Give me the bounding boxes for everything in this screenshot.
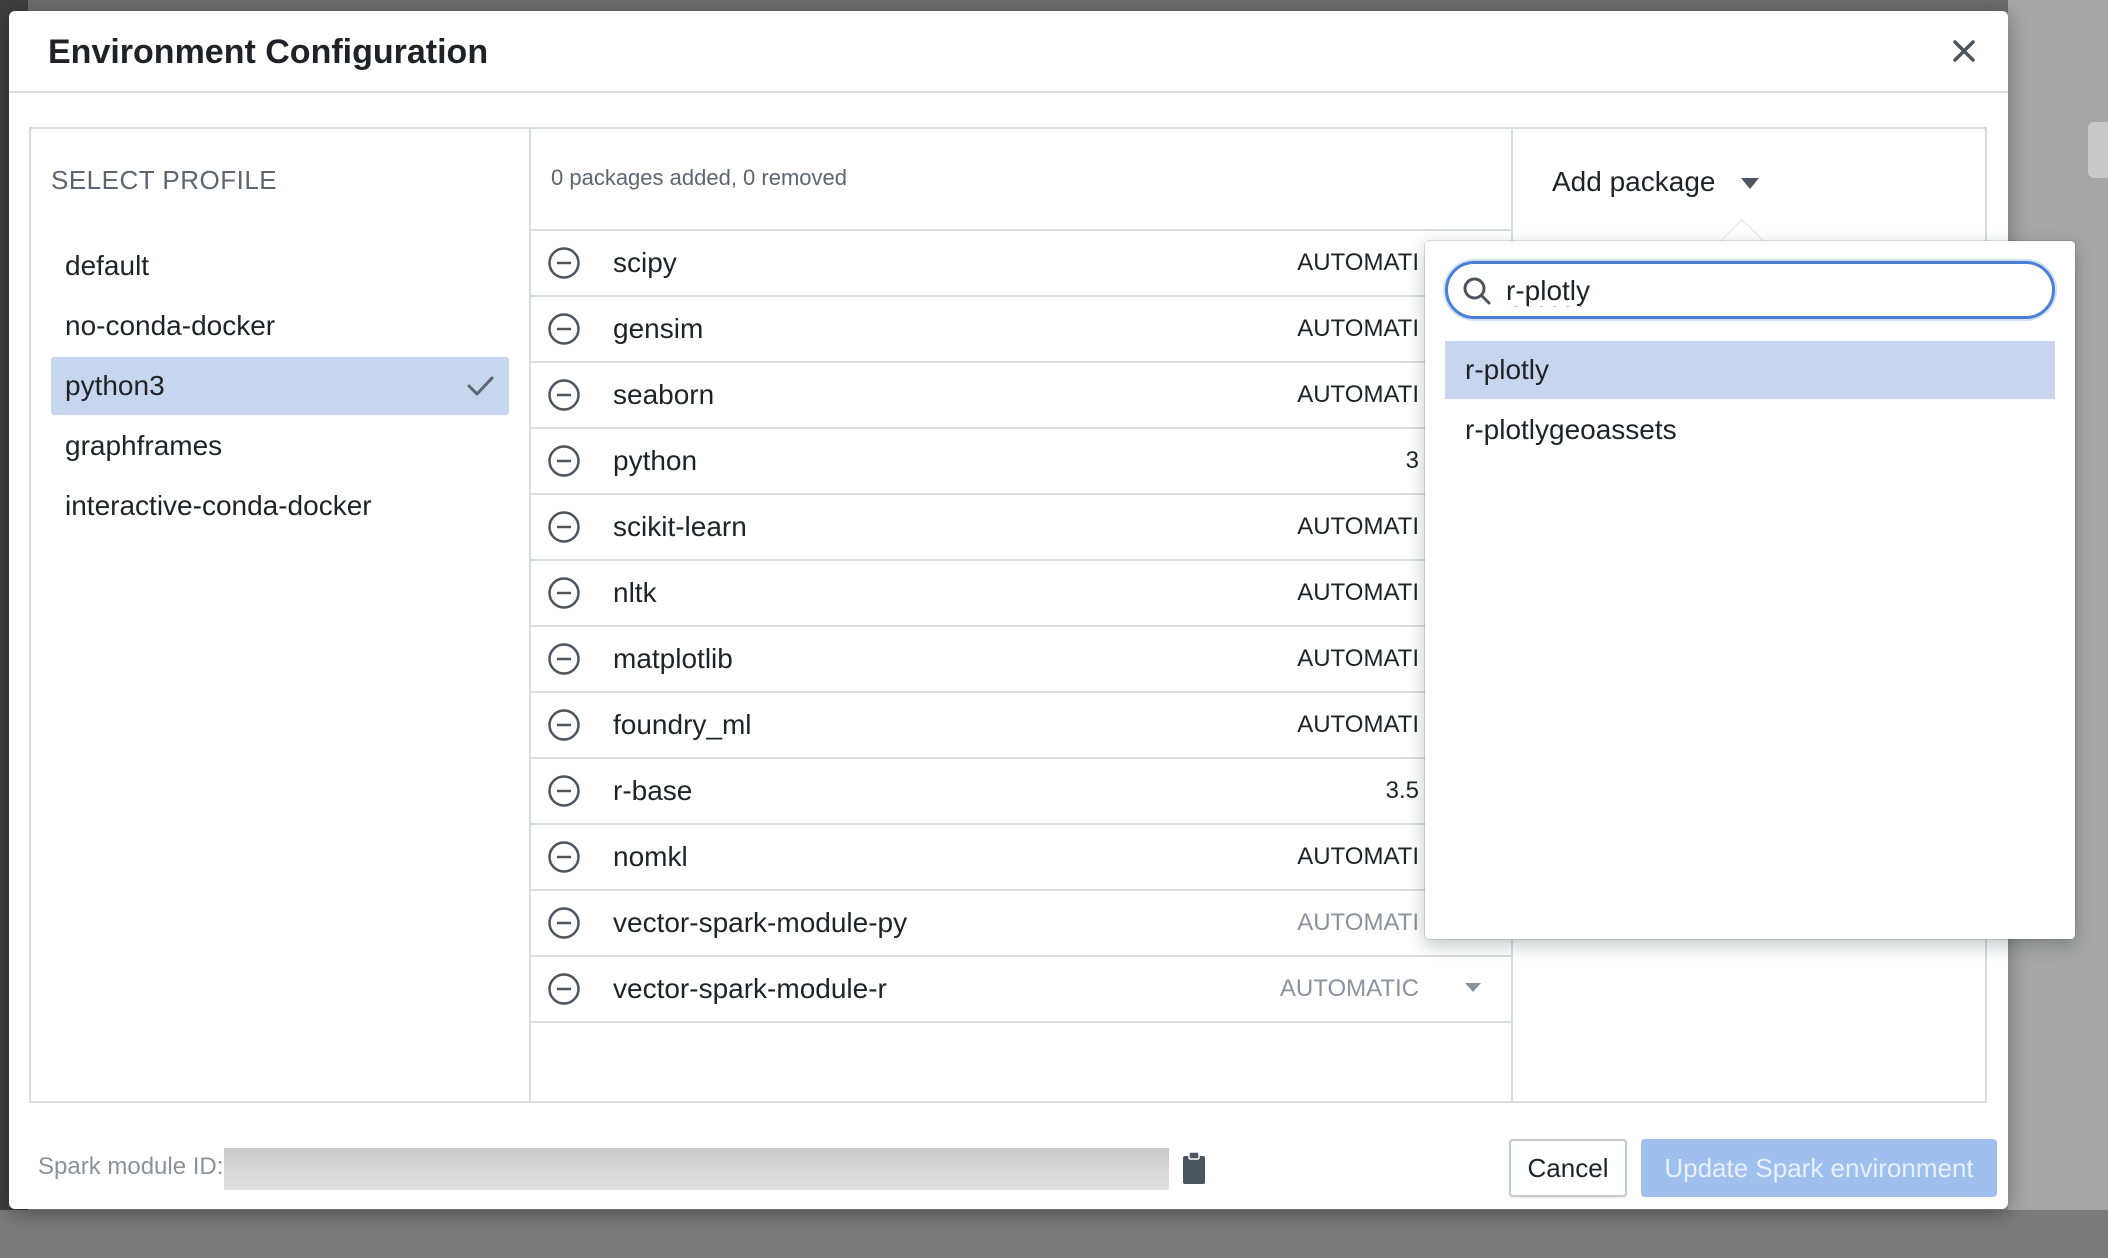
package-row: scikit-learn AUTOMATI [531, 495, 1511, 561]
remove-circle-icon[interactable] [547, 774, 581, 808]
background-bottom [0, 1210, 2108, 1258]
package-row: vector-spark-module-r AUTOMATIC [531, 957, 1511, 1023]
search-icon [1463, 277, 1491, 305]
background-right-tab [2088, 122, 2108, 178]
package-row: gensim AUTOMATI [531, 297, 1511, 363]
package-search-box [1445, 261, 2055, 319]
remove-circle-icon[interactable] [547, 708, 581, 742]
profile-item-default[interactable]: default [51, 237, 509, 295]
spark-module-id-value [224, 1148, 1169, 1190]
package-name: nomkl [613, 841, 688, 872]
package-version[interactable]: AUTOMATI [1297, 231, 1419, 295]
package-row: matplotlib AUTOMATI [531, 627, 1511, 693]
package-name: gensim [613, 313, 704, 344]
package-name: r-base [613, 775, 693, 806]
package-row: seaborn AUTOMATI [531, 363, 1511, 429]
remove-circle-icon[interactable] [547, 972, 581, 1006]
package-version[interactable]: AUTOMATI [1297, 495, 1419, 559]
modal-header: Environment Configuration [9, 11, 2008, 93]
package-list: scipy AUTOMATI gensim AUTOMATI seaborn A… [531, 229, 1511, 1023]
add-package-button[interactable]: Add package [1552, 159, 1760, 205]
package-name: python [613, 445, 698, 476]
remove-circle-icon[interactable] [547, 378, 581, 412]
package-version[interactable]: AUTOMATI [1297, 627, 1419, 691]
package-row: nltk AUTOMATI [531, 561, 1511, 627]
package-version[interactable]: AUTOMATIC [1280, 957, 1419, 1021]
profile-heading: SELECT PROFILE [51, 165, 278, 195]
package-name: vector-spark-module-r [613, 973, 887, 1004]
clipboard-icon[interactable] [1181, 1151, 1207, 1185]
close-button[interactable] [1946, 33, 1982, 69]
package-name: vector-spark-module-py [613, 907, 908, 938]
spark-module-id-label: Spark module ID: [38, 1153, 224, 1180]
close-icon [1953, 40, 1975, 62]
package-summary: 0 packages added, 0 removed [551, 165, 847, 190]
check-icon [467, 376, 494, 396]
package-search-input[interactable] [1504, 268, 2038, 314]
search-result-item[interactable]: r-plotlygeoassets [1445, 401, 2055, 459]
package-row: r-base 3.5 [531, 759, 1511, 825]
package-row: python 3 [531, 429, 1511, 495]
remove-circle-icon[interactable] [547, 510, 581, 544]
package-version[interactable]: 3.5 [1386, 759, 1419, 823]
package-row: foundry_ml AUTOMATI [531, 693, 1511, 759]
package-version[interactable]: AUTOMATI [1297, 891, 1419, 955]
modal-title: Environment Configuration [48, 33, 489, 71]
cancel-button[interactable]: Cancel [1509, 1139, 1627, 1197]
update-spark-environment-button[interactable]: Update Spark environment [1641, 1139, 1997, 1197]
remove-circle-icon[interactable] [547, 312, 581, 346]
package-version[interactable]: AUTOMATI [1297, 363, 1419, 427]
package-name: seaborn [613, 379, 715, 410]
remove-circle-icon[interactable] [547, 444, 581, 478]
package-row: scipy AUTOMATI [531, 231, 1511, 297]
remove-circle-icon[interactable] [547, 246, 581, 280]
profile-item-label: python3 [65, 370, 165, 401]
profile-item-graphframes[interactable]: graphframes [51, 417, 509, 475]
package-search-results: r-plotly r-plotlygeoassets [1445, 341, 2055, 461]
profile-item-interactive-conda-docker[interactable]: interactive-conda-docker [51, 477, 509, 535]
profile-list: default no-conda-docker python3 graphfra… [51, 237, 509, 537]
caret-down-icon[interactable] [1465, 983, 1481, 993]
package-column: 0 packages added, 0 removed scipy AUTOMA… [531, 129, 1513, 1101]
profile-item-no-conda-docker[interactable]: no-conda-docker [51, 297, 509, 355]
remove-circle-icon[interactable] [547, 642, 581, 676]
package-version[interactable]: AUTOMATI [1297, 561, 1419, 625]
package-row: nomkl AUTOMATI [531, 825, 1511, 891]
package-name: foundry_ml [613, 709, 752, 740]
caret-down-icon [1741, 177, 1760, 189]
remove-circle-icon[interactable] [547, 576, 581, 610]
package-row: vector-spark-module-py AUTOMATI [531, 891, 1511, 957]
package-name: matplotlib [613, 643, 733, 674]
profile-item-python3[interactable]: python3 [51, 357, 509, 415]
profile-column: SELECT PROFILE default no-conda-docker p… [31, 129, 531, 1101]
add-package-label: Add package [1552, 166, 1716, 197]
search-result-item[interactable]: r-plotly [1445, 341, 2055, 399]
package-version[interactable]: AUTOMATI [1297, 297, 1419, 361]
remove-circle-icon[interactable] [547, 840, 581, 874]
profile-item-label: no-conda-docker [65, 310, 276, 341]
profile-item-label: interactive-conda-docker [65, 490, 372, 521]
package-name: scipy [613, 247, 677, 278]
package-version[interactable]: AUTOMATI [1297, 693, 1419, 757]
popover-arrow [1720, 220, 1764, 242]
package-name: scikit-learn [613, 511, 747, 542]
remove-circle-icon[interactable] [547, 906, 581, 940]
package-version[interactable]: AUTOMATI [1297, 825, 1419, 889]
package-name: nltk [613, 577, 657, 608]
package-version[interactable]: 3 [1406, 429, 1419, 493]
profile-item-label: default [65, 250, 150, 281]
add-package-popover: r-plotly r-plotlygeoassets [1425, 241, 2075, 939]
profile-item-label: graphframes [65, 430, 223, 461]
